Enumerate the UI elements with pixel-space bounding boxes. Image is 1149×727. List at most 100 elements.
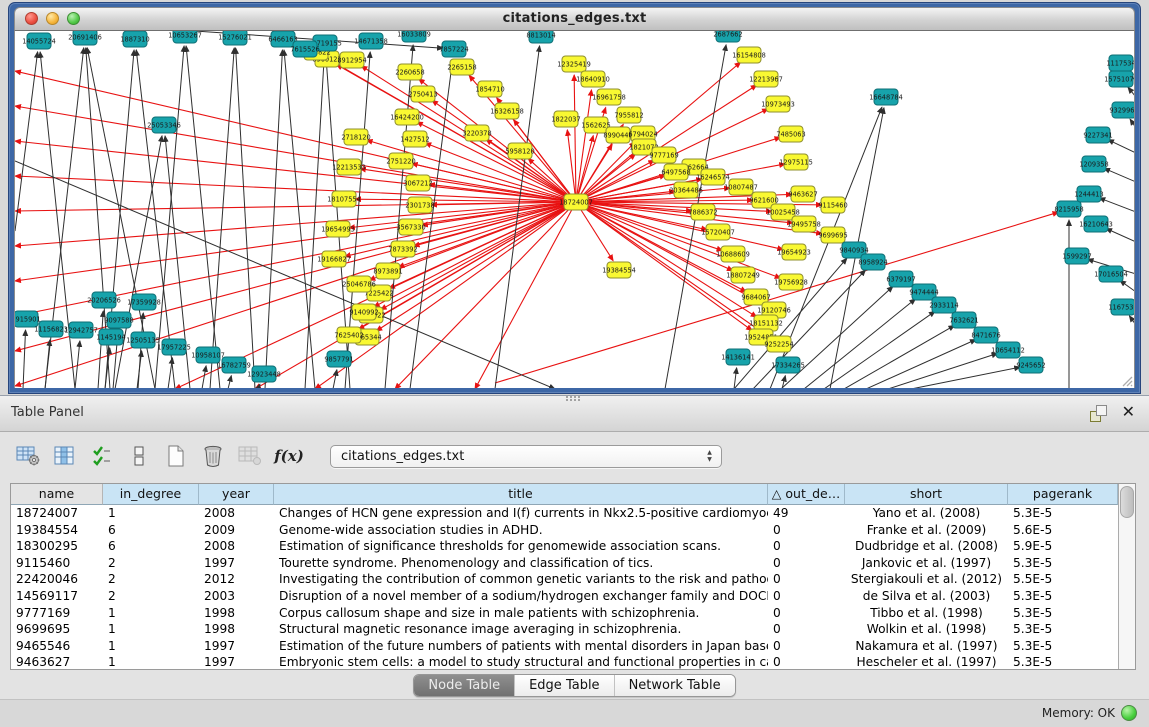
network-node[interactable]: 1209358 <box>1079 156 1108 172</box>
network-node[interactable]: 8958924 <box>858 254 887 270</box>
network-node[interactable]: 16782759 <box>217 357 251 373</box>
network-node[interactable]: 18107554 <box>327 191 361 207</box>
tab-edge-table[interactable]: Edge Table <box>514 675 613 696</box>
network-node[interactable]: 10688609 <box>716 246 750 262</box>
tab-node-table[interactable]: Node Table <box>414 675 514 696</box>
network-node[interactable]: 12505135 <box>126 332 160 348</box>
network-node[interactable]: 1167530 <box>1108 299 1135 315</box>
network-node[interactable]: 1854710 <box>475 81 504 97</box>
network-node[interactable]: 9097588 <box>104 312 133 328</box>
column-header-pagerank[interactable]: pagerank <box>1008 484 1118 505</box>
column-header-year[interactable]: year <box>199 484 274 505</box>
table-row[interactable]: 1456911722003Disruption of a novel membe… <box>11 588 1118 605</box>
tab-network-table[interactable]: Network Table <box>614 675 735 696</box>
network-node[interactable]: 16154808 <box>732 47 766 63</box>
close-window-button[interactable] <box>25 12 38 25</box>
network-node[interactable]: 9857791 <box>324 351 353 367</box>
table-row[interactable]: 1938455462009Genome-wide association stu… <box>11 522 1118 539</box>
panel-splitter-handle[interactable] <box>566 395 580 401</box>
network-node[interactable]: 16210643 <box>1079 216 1113 232</box>
network-node[interactable]: 2260658 <box>395 64 424 80</box>
network-node[interactable]: 9699695 <box>818 227 847 243</box>
network-node[interactable]: 10654112 <box>991 342 1025 358</box>
table-row[interactable]: 1872400712008Changes of HCN gene express… <box>11 505 1118 522</box>
network-node[interactable]: 16326158 <box>490 103 524 119</box>
network-node[interactable]: 17957225 <box>157 339 191 355</box>
network-node[interactable]: 9777169 <box>649 147 678 163</box>
network-node[interactable]: 3220378 <box>462 125 491 141</box>
network-node[interactable]: 8912954 <box>337 52 366 68</box>
network-node[interactable]: 1599297 <box>1062 248 1091 264</box>
table-row[interactable]: 977716911998Corpus callosum shape and si… <box>11 605 1118 622</box>
network-node[interactable]: 16961758 <box>592 89 626 105</box>
network-node[interactable]: 14055724 <box>22 33 56 49</box>
network-node[interactable]: 7625402 <box>334 327 363 343</box>
network-node[interactable]: 19166827 <box>317 251 351 267</box>
network-node[interactable]: 10973493 <box>761 96 795 112</box>
column-header-name[interactable]: name <box>11 484 103 505</box>
network-node[interactable]: 17359928 <box>127 294 161 310</box>
network-node[interactable]: 6497568 <box>661 164 690 180</box>
network-node[interactable]: 2265158 <box>447 59 476 75</box>
memory-status[interactable]: Memory: OK <box>1042 705 1137 721</box>
network-node[interactable]: 14136141 <box>721 349 755 365</box>
network-node[interactable]: 15276021 <box>218 31 252 45</box>
network-node[interactable]: 3567330 <box>396 219 425 235</box>
network-node[interactable]: 12975115 <box>779 154 813 170</box>
network-node[interactable]: 2933114 <box>929 297 958 313</box>
network-node[interactable]: 7632621 <box>949 312 978 328</box>
column-header-short[interactable]: short <box>845 484 1008 505</box>
network-node[interactable]: 7873392 <box>388 241 417 257</box>
new-column-icon[interactable] <box>162 443 190 469</box>
network-node[interactable]: 8973891 <box>373 263 402 279</box>
float-panel-icon[interactable] <box>1090 405 1107 422</box>
network-node[interactable]: 25046786 <box>342 276 376 292</box>
network-node[interactable]: 1822037 <box>551 111 580 127</box>
network-node[interactable]: 8215958 <box>1054 201 1083 217</box>
window-resize-grip[interactable] <box>1119 373 1133 387</box>
table-row[interactable]: 946362711997Embryonic stem cells: a mode… <box>11 654 1118 669</box>
network-node[interactable]: 12213967 <box>749 71 783 87</box>
network-window-titlebar[interactable]: citations_edges.txt <box>14 7 1135 31</box>
network-node[interactable]: 20691406 <box>68 31 102 45</box>
network-node[interactable]: 2718120 <box>341 129 370 145</box>
network-node[interactable]: 9329966 <box>1109 102 1135 118</box>
network-node[interactable]: 3067212 <box>403 175 432 191</box>
network-node[interactable]: 25053346 <box>147 117 181 133</box>
network-node[interactable]: 16648784 <box>869 89 903 105</box>
network-node[interactable]: 18724007 <box>559 194 593 210</box>
minimize-window-button[interactable] <box>46 12 59 25</box>
column-header-title[interactable]: title <box>274 484 768 505</box>
network-node[interactable]: 2301738 <box>405 197 434 213</box>
network-canvas[interactable]: 1872400722606582750413164242001427512275… <box>14 31 1135 388</box>
network-node[interactable]: 7857224 <box>439 41 468 57</box>
network-node[interactable]: 9252254 <box>764 336 793 352</box>
network-node[interactable]: 19495758 <box>787 216 821 232</box>
close-panel-icon[interactable]: ✕ <box>1122 402 1135 422</box>
network-node[interactable]: 7886372 <box>688 204 717 220</box>
network-node[interactable]: 19654923 <box>777 244 811 260</box>
zoom-window-button[interactable] <box>67 12 80 25</box>
network-node[interactable]: 12942757 <box>64 322 98 338</box>
network-node[interactable]: 20364486 <box>669 182 703 198</box>
show-columns-icon[interactable] <box>51 443 79 469</box>
table-row[interactable]: 946554611997Estimation of the future num… <box>11 638 1118 655</box>
network-node[interactable]: 17334265 <box>771 357 805 373</box>
network-node[interactable]: 18807249 <box>726 267 760 283</box>
table-scrollbar[interactable] <box>1118 484 1135 669</box>
network-node[interactable]: 10653267 <box>168 31 202 43</box>
table-row[interactable]: 2242004622012Investigating the contribut… <box>11 571 1118 588</box>
network-node[interactable]: 7615526 <box>290 41 319 57</box>
table-selector-dropdown[interactable]: citations_edges.txt ▲▼ <box>330 445 722 468</box>
network-node[interactable]: 16424200 <box>390 109 424 125</box>
network-node[interactable]: 17016504 <box>1094 266 1128 282</box>
network-node[interactable]: 9115460 <box>818 197 847 213</box>
select-columns-icon[interactable] <box>88 443 116 469</box>
network-node[interactable]: 1244413 <box>1074 186 1103 202</box>
network-node[interactable]: 11156823 <box>34 321 68 337</box>
network-node[interactable]: 19654993 <box>321 221 355 237</box>
network-node[interactable]: 15751074 <box>1104 71 1135 87</box>
table-row[interactable]: 969969511998Structural magnetic resonanc… <box>11 621 1118 638</box>
network-node[interactable]: 18640910 <box>576 71 610 87</box>
network-node[interactable]: 9140992 <box>349 304 378 320</box>
